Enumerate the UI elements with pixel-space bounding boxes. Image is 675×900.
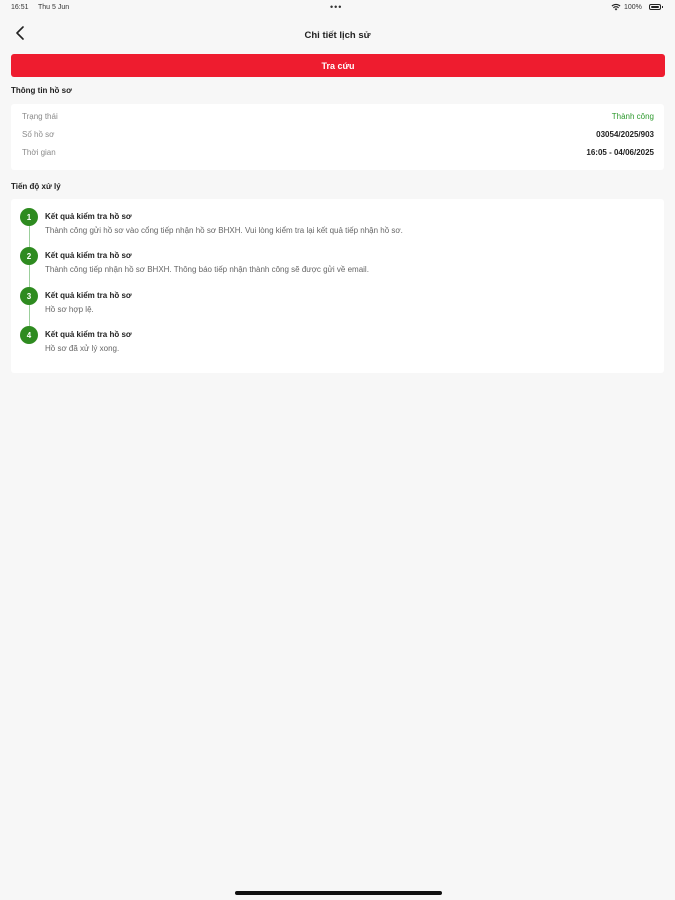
status-date: Thu 5 Jun: [38, 4, 70, 11]
status-row: Trạng thái Thành công: [22, 112, 654, 124]
page-title: Chi tiết lịch sử: [304, 30, 371, 41]
progress-step: 3 Kết quả kiểm tra hồ sơ Hồ sơ hợp lệ.: [11, 287, 664, 319]
time-label: Thời gian: [22, 148, 56, 157]
file-number-value: 03054/2025/903: [596, 130, 654, 139]
file-number-label: Số hồ sơ: [22, 130, 55, 139]
step-title: Kết quả kiểm tra hồ sơ: [45, 251, 132, 260]
home-indicator[interactable]: [235, 891, 442, 895]
time-row: Thời gian 16:05 - 04/06/2025: [22, 148, 654, 160]
status-time: 16:51: [11, 4, 29, 11]
step-title: Kết quả kiểm tra hồ sơ: [45, 330, 132, 339]
status-label: Trạng thái: [22, 112, 58, 121]
step-title: Kết quả kiểm tra hồ sơ: [45, 212, 132, 221]
step-number-badge: 2: [20, 247, 38, 265]
step-number-badge: 1: [20, 208, 38, 226]
progress-heading: Tiến độ xử lý: [11, 182, 61, 191]
step-description: Thành công gửi hồ sơ vào cổng tiếp nhận …: [45, 226, 403, 235]
profile-info-card: Trạng thái Thành công Số hồ sơ 03054/202…: [11, 104, 664, 170]
profile-info-heading: Thông tin hồ sơ: [11, 86, 72, 95]
step-description: Hồ sơ đã xử lý xong.: [45, 344, 120, 353]
battery-percentage: 100%: [624, 4, 642, 11]
progress-step: 4 Kết quả kiểm tra hồ sơ Hồ sơ đã xử lý …: [11, 326, 664, 358]
progress-card: 1 Kết quả kiểm tra hồ sơ Thành công gửi …: [11, 199, 664, 373]
step-number-badge: 4: [20, 326, 38, 344]
navigation-bar: Chi tiết lịch sử: [0, 22, 675, 48]
status-value: Thành công: [611, 112, 654, 121]
time-value: 16:05 - 04/06/2025: [586, 148, 654, 157]
step-description: Thành công tiếp nhận hồ sơ BHXH. Thông b…: [45, 265, 369, 274]
multitasking-dots[interactable]: •••: [330, 2, 342, 12]
timeline-connector: [29, 225, 30, 336]
wifi-icon: [611, 3, 621, 13]
step-description: Hồ sơ hợp lệ.: [45, 305, 94, 314]
battery-icon: [649, 4, 663, 10]
step-title: Kết quả kiểm tra hồ sơ: [45, 291, 132, 300]
step-number-badge: 3: [20, 287, 38, 305]
progress-step: 2 Kết quả kiểm tra hồ sơ Thành công tiếp…: [11, 247, 664, 279]
progress-step: 1 Kết quả kiểm tra hồ sơ Thành công gửi …: [11, 208, 664, 240]
search-button[interactable]: Tra cứu: [11, 54, 665, 77]
status-bar: 16:51 Thu 5 Jun ••• 100%: [0, 0, 675, 16]
file-number-row: Số hồ sơ 03054/2025/903: [22, 130, 654, 142]
